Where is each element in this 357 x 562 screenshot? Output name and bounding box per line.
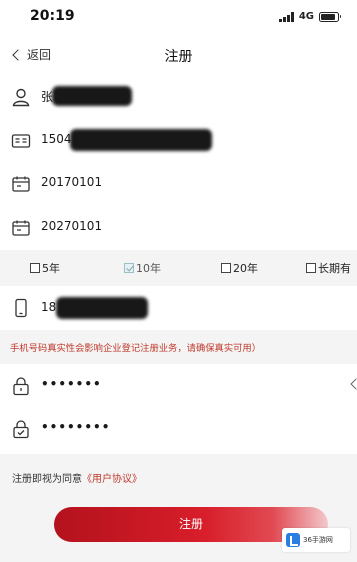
user-agreement-link[interactable]: 《用户协议》 (82, 474, 142, 485)
name-row[interactable]: 张 (0, 76, 357, 120)
checkbox-icon (124, 263, 134, 273)
password-row[interactable]: ••••••• (0, 364, 357, 408)
status-bar: 20:19 4G (0, 0, 357, 36)
password-section: ••••••• •••••••• (0, 364, 357, 454)
redaction-mask (56, 297, 148, 319)
calendar-icon (12, 220, 30, 236)
lock-icon (13, 377, 29, 396)
start-date-value: 20170101 (41, 175, 103, 189)
status-time: 20:19 (30, 8, 75, 24)
chevron-left-icon[interactable] (350, 378, 357, 390)
id-card-icon (11, 134, 31, 148)
start-date-row[interactable]: 20170101 (0, 163, 357, 207)
agreement-text: 注册即视为同意《用户协议》 (12, 470, 142, 485)
signal-icon (279, 11, 294, 22)
calendar-icon (12, 176, 30, 192)
validity-option-5y[interactable]: 5年 (30, 260, 60, 276)
watermark-text: 36手游网 (303, 536, 333, 544)
end-date-row[interactable]: 20270101 (0, 207, 357, 251)
status-indicators: 4G (279, 11, 341, 22)
checkbox-icon (221, 263, 231, 273)
validity-option-long-term[interactable]: 长期有 (306, 260, 351, 276)
site-logo-icon (286, 533, 300, 547)
option-label: 20年 (233, 262, 258, 275)
confirm-password-value: •••••••• (41, 420, 111, 434)
phone-icon (15, 298, 27, 318)
end-date-value: 20270101 (41, 219, 103, 233)
user-icon (12, 88, 30, 107)
phone-value: 18 (41, 300, 57, 314)
agreement-prefix: 注册即视为同意 (12, 474, 82, 485)
identity-form: 张 1504 20170101 20270101 (0, 76, 357, 250)
phone-row[interactable]: 18 (0, 286, 357, 330)
site-watermark: 36手游网 (282, 528, 350, 552)
lock-check-icon (13, 420, 29, 439)
option-label: 长期有 (318, 262, 351, 275)
redaction-mask (52, 86, 132, 106)
page-title: 注册 (164, 49, 193, 65)
id-number-row[interactable]: 1504 (0, 120, 357, 164)
network-type: 4G (298, 11, 314, 22)
phone-warning-text: 手机号码真实性会影响企业登记注册业务，请确保真实可用） (10, 343, 262, 354)
validity-options: 5年 10年 20年 长期有 (0, 250, 357, 286)
id-number-value: 1504 (41, 132, 72, 146)
checkbox-icon (30, 263, 40, 273)
option-label: 5年 (42, 262, 60, 275)
nav-bar: 返回 注册 (0, 36, 357, 76)
checkbox-icon (306, 263, 316, 273)
validity-option-10y[interactable]: 10年 (124, 260, 161, 276)
confirm-password-row[interactable]: •••••••• (0, 408, 357, 452)
redaction-mask (70, 129, 212, 151)
validity-option-20y[interactable]: 20年 (221, 260, 258, 276)
battery-icon (319, 11, 341, 22)
option-label: 10年 (136, 262, 161, 275)
password-value: ••••••• (41, 377, 102, 391)
